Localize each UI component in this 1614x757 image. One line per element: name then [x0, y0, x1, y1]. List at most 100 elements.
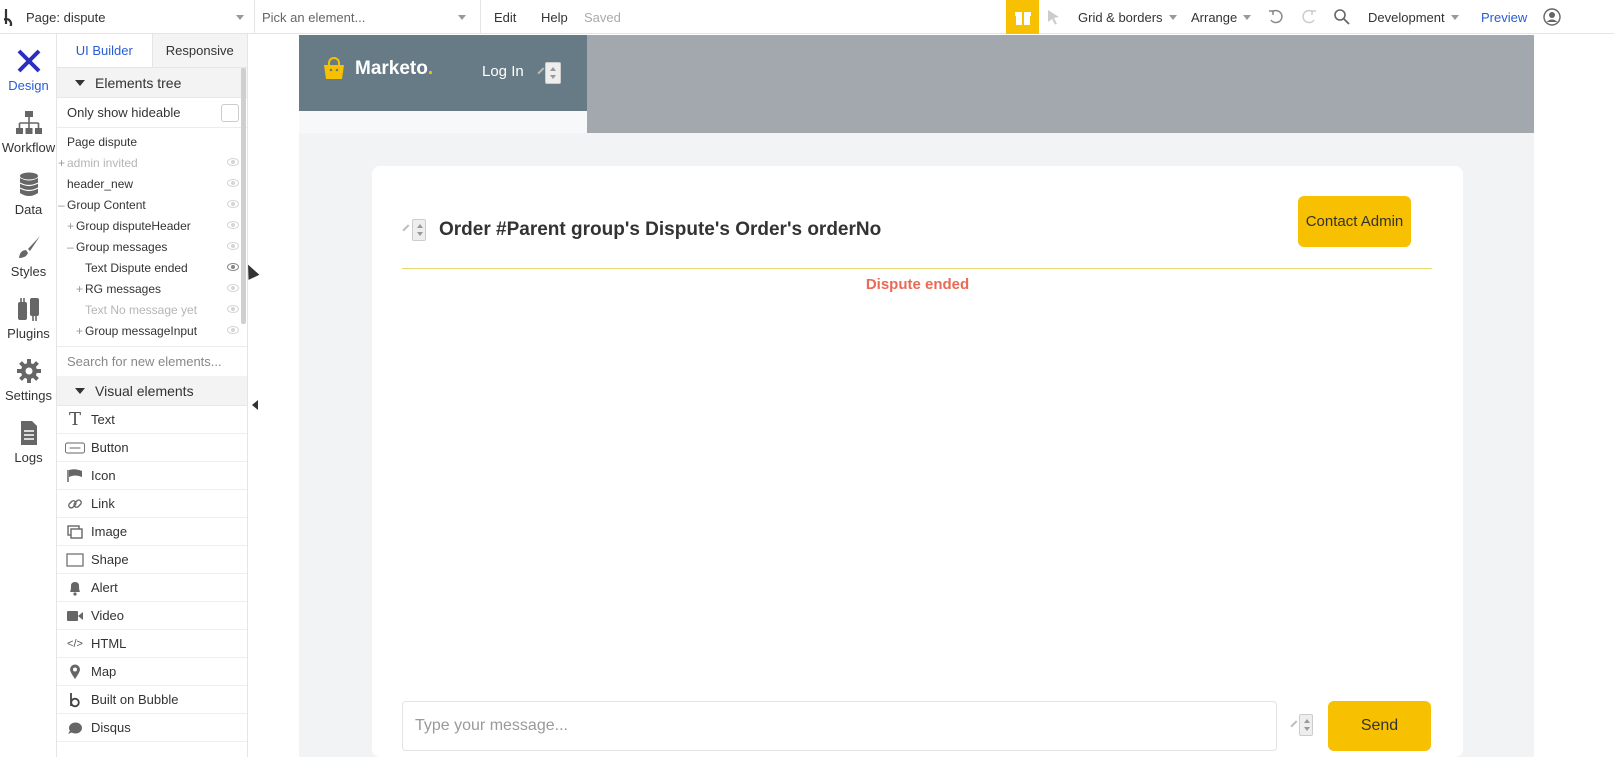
expand-plus-icon[interactable]: + — [58, 153, 65, 174]
code-icon: </> — [67, 637, 83, 650]
chevron-down-icon — [1168, 14, 1177, 20]
collapse-panel-icon[interactable] — [252, 400, 258, 410]
dispute-ended-text[interactable]: Dispute ended — [372, 276, 1463, 293]
workflow-icon — [15, 111, 42, 134]
bubble-logo-icon[interactable] — [4, 0, 18, 34]
rail-label: Styles — [10, 264, 47, 279]
visual-element-built-on-bubble[interactable]: Built on Bubble — [57, 686, 247, 714]
visual-element-shape[interactable]: Shape — [57, 546, 247, 574]
element-picker[interactable]: Pick an element... — [262, 0, 470, 34]
tree-item-group-messageinput[interactable]: + Group messageInput — [57, 321, 247, 342]
gear-icon — [16, 359, 41, 383]
header-right-block[interactable] — [587, 35, 1534, 133]
redo-icon[interactable] — [1300, 0, 1318, 34]
tree-item-page-dispute[interactable]: Page dispute — [57, 132, 247, 153]
eye-icon[interactable] — [227, 326, 239, 334]
send-button[interactable]: Send — [1328, 701, 1431, 751]
cursor-tool-icon[interactable] — [1047, 0, 1061, 34]
dropdown-stepper[interactable] — [1299, 714, 1313, 736]
eye-icon[interactable] — [227, 179, 239, 187]
tab-responsive[interactable]: Responsive — [152, 34, 247, 67]
tab-ui-builder[interactable]: UI Builder — [57, 34, 153, 67]
grid-borders-menu[interactable]: Grid & borders — [1078, 0, 1177, 34]
visual-element-text[interactable]: T Text — [57, 406, 247, 434]
visual-elements-header[interactable]: Visual elements — [57, 376, 247, 406]
dropdown-stepper[interactable] — [545, 62, 561, 84]
eye-icon[interactable] — [227, 242, 239, 250]
visual-element-alert[interactable]: Alert — [57, 574, 247, 602]
rail-item-data[interactable]: Data — [0, 164, 57, 226]
contact-admin-button[interactable]: Contact Admin — [1298, 196, 1411, 247]
undo-icon[interactable] — [1267, 0, 1285, 34]
eye-icon[interactable] — [227, 284, 239, 292]
tree-item-group-disputeheader[interactable]: + Group disputeHeader — [57, 216, 247, 237]
eye-icon[interactable] — [227, 305, 239, 313]
flag-icon — [65, 467, 85, 485]
tree-item-group-content[interactable]: – Group Content — [57, 195, 247, 216]
page-selector[interactable]: Page: dispute — [26, 0, 248, 34]
visual-element-icon[interactable]: Icon — [57, 462, 247, 490]
chevron-down-icon — [1243, 14, 1252, 20]
visual-element-label: Video — [91, 608, 125, 623]
search-icon[interactable] — [1333, 0, 1351, 34]
saved-status: Saved — [584, 9, 621, 25]
visual-element-video[interactable]: Video — [57, 602, 247, 630]
group-content-card[interactable]: Order #Parent group's Dispute's Order's … — [372, 166, 1463, 757]
edit-menu[interactable]: Edit — [494, 0, 516, 34]
tree-item-label: admin invited — [67, 156, 138, 170]
builder-panel: UI Builder Responsive Elements tree Only… — [57, 34, 248, 757]
login-link[interactable]: Log In — [482, 63, 524, 80]
tree-item-label: Group messages — [76, 240, 168, 254]
visual-element-label: Alert — [91, 580, 118, 595]
tree-item-admin-invited[interactable]: + admin invited — [57, 153, 247, 174]
rail-item-design[interactable]: Design — [0, 40, 57, 102]
tree-item-rg-messages[interactable]: + RG messages — [57, 279, 247, 300]
tree-item-text-no-message-yet[interactable]: Text No message yet — [57, 300, 247, 321]
elements-tree: Page dispute + admin invited header_new … — [57, 128, 247, 342]
visual-element-image[interactable]: Image — [57, 518, 247, 546]
expand-plus-icon[interactable]: + — [76, 279, 83, 300]
shape-icon — [65, 551, 85, 569]
rail-item-styles[interactable]: Styles — [0, 226, 57, 288]
eye-icon[interactable] — [227, 221, 239, 229]
rail-item-settings[interactable]: Settings — [0, 350, 57, 412]
tree-item-group-messages[interactable]: – Group messages — [57, 237, 247, 258]
marketo-logo: Marketo. — [321, 57, 433, 81]
rail-item-plugins[interactable]: Plugins — [0, 288, 57, 350]
caret-down-icon — [75, 79, 85, 86]
elements-tree-header[interactable]: Elements tree — [57, 68, 247, 98]
tree-item-label: RG messages — [85, 282, 162, 296]
header-new[interactable]: Marketo. Log In — [299, 35, 587, 111]
eye-icon[interactable] — [227, 158, 239, 166]
brush-icon — [18, 236, 40, 258]
visual-element-link[interactable]: Link — [57, 490, 247, 518]
visual-element-map[interactable]: Map — [57, 658, 247, 686]
rail-item-logs[interactable]: Logs — [0, 412, 57, 474]
expand-plus-icon[interactable]: + — [67, 216, 74, 237]
tree-item-text-dispute-ended[interactable]: Text Dispute ended — [57, 258, 247, 279]
visual-element-disqus[interactable]: Disqus — [57, 714, 247, 742]
preview-link[interactable]: Preview — [1481, 0, 1527, 34]
message-input[interactable]: Type your message... — [402, 701, 1277, 751]
collapse-minus-icon[interactable]: – — [58, 195, 65, 216]
only-show-hideable-checkbox[interactable] — [221, 104, 239, 122]
eye-icon[interactable] — [227, 263, 239, 271]
dropdown-stepper[interactable] — [412, 219, 426, 241]
tree-item-label: Text Dispute ended — [85, 261, 188, 275]
visual-element-html[interactable]: </> HTML — [57, 630, 247, 658]
tree-item-header-new[interactable]: header_new — [57, 174, 247, 195]
account-avatar-icon[interactable] — [1543, 0, 1561, 34]
environment-selector[interactable]: Development — [1368, 0, 1459, 34]
search-elements-input[interactable]: Search for new elements... — [57, 346, 247, 376]
expand-plus-icon[interactable]: + — [76, 321, 83, 342]
eye-icon[interactable] — [227, 200, 239, 208]
help-menu[interactable]: Help — [541, 0, 568, 34]
collapse-minus-icon[interactable]: – — [67, 237, 74, 258]
arrange-menu[interactable]: Arrange — [1191, 0, 1252, 34]
panel-scrollbar[interactable] — [241, 68, 246, 324]
gift-button[interactable] — [1006, 0, 1039, 34]
visual-element-button[interactable]: Button — [57, 434, 247, 462]
order-title[interactable]: Order #Parent group's Dispute's Order's … — [439, 219, 881, 241]
link-icon — [65, 495, 85, 513]
rail-item-workflow[interactable]: Workflow — [0, 102, 57, 164]
